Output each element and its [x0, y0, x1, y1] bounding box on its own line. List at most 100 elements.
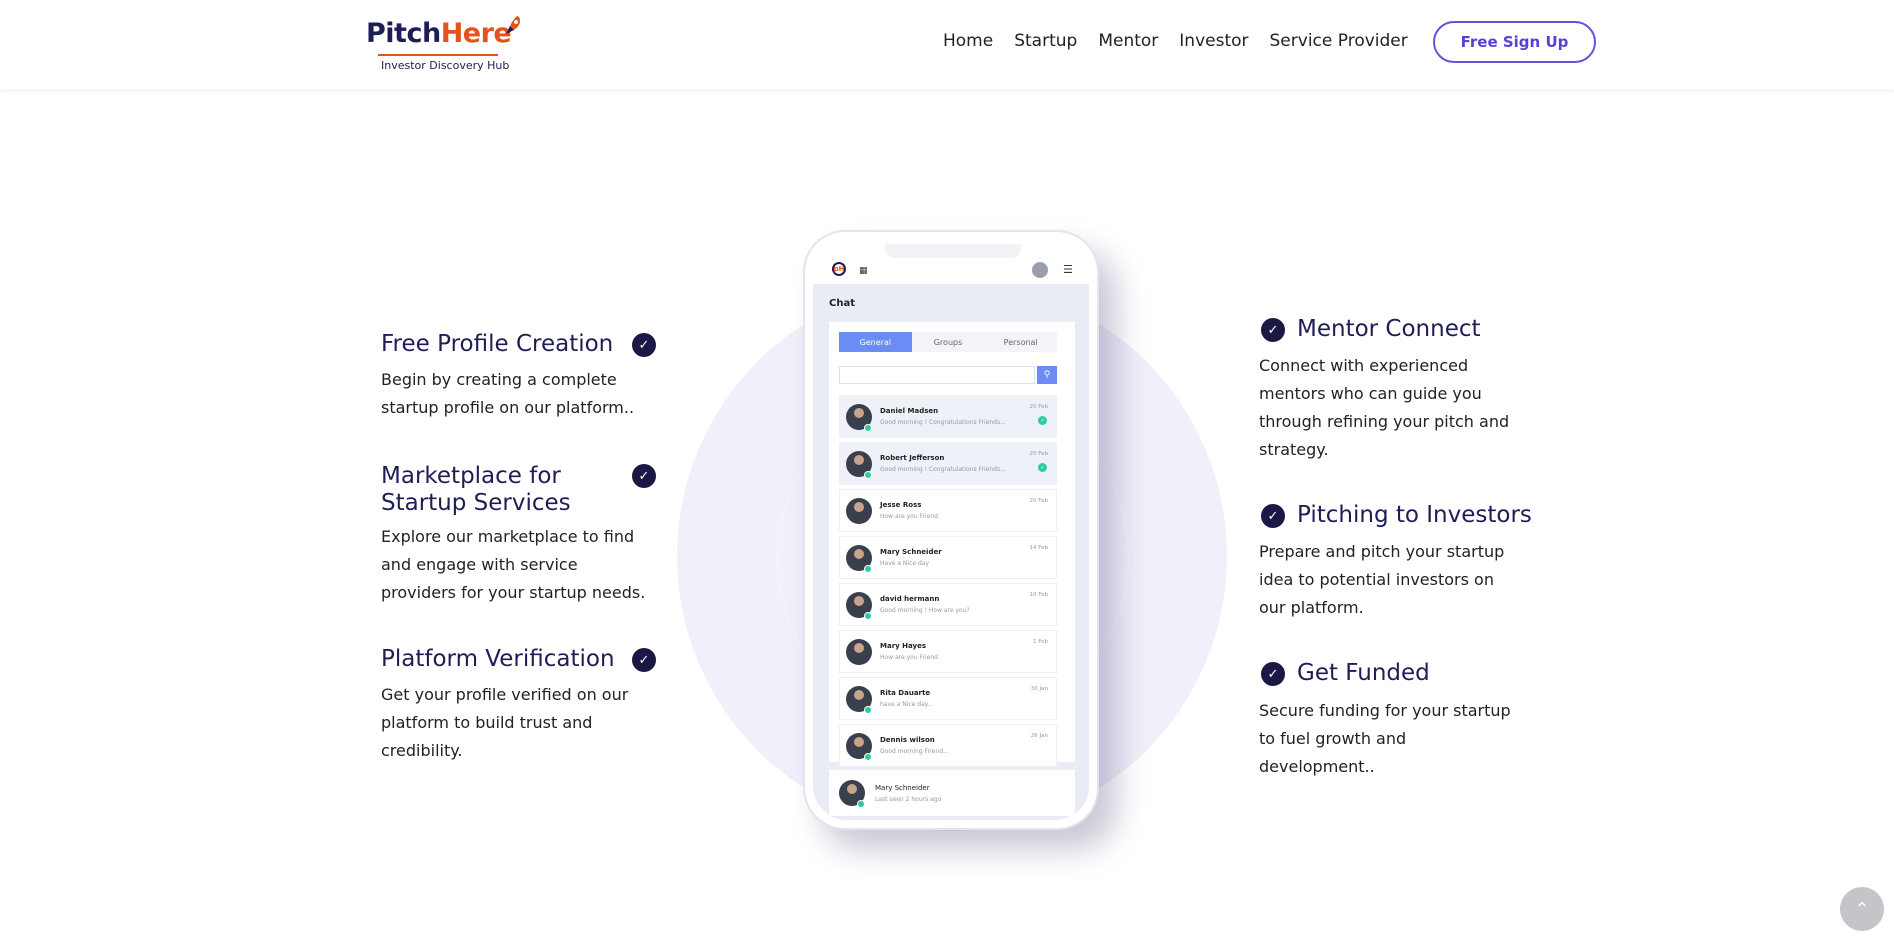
feature-get-funded-text: Secure funding for your startup to fuel … [1259, 697, 1519, 781]
avatar [846, 498, 872, 524]
feature-title: Mentor Connect [1297, 316, 1481, 342]
contact-message: Good morning ! How are you? [880, 607, 970, 614]
check-circle-icon: ✓ [1261, 318, 1285, 342]
feature-marketplace: Marketplace for Startup Services Explore… [381, 463, 661, 607]
chat-search-input [839, 366, 1035, 384]
feature-title: Free Profile Creation [381, 331, 614, 357]
check-circle-icon: ✓ [1261, 504, 1285, 528]
feature-title: Get Funded [1297, 660, 1430, 686]
brand-logo[interactable]: PitchHere Investor Discovery Hub [366, 14, 522, 74]
tab-groups: Groups [933, 337, 963, 347]
feature-title: Platform Verification [381, 646, 615, 672]
footer-user-status: Last seen 2 hours ago [875, 796, 942, 803]
list-item: Dennis wilson Good morning Friend... 26 … [839, 724, 1057, 767]
rocket-icon [506, 16, 521, 34]
site-header: PitchHere Investor Discovery Hub Home St… [0, 0, 1894, 89]
contact-date: 14 Feb [1029, 545, 1049, 551]
nav-investor[interactable]: Investor [1179, 31, 1248, 55]
list-item: Robert Jefferson Good morning ! Congratu… [839, 442, 1057, 485]
contact-list: Daniel Madsen Good morning ! Congratulat… [839, 395, 1057, 771]
phone-app-header: pH ▦ ☰ [813, 240, 1089, 284]
scroll-to-top-button[interactable]: ⌃ [1840, 887, 1884, 931]
feature-mentor-connect-text: Connect with experienced mentors who can… [1259, 352, 1519, 464]
contact-name: Rita Dauarte [880, 689, 931, 697]
feature-text: Begin by creating a complete startup pro… [381, 370, 635, 417]
contact-name: Robert Jefferson [880, 454, 945, 462]
feature-text: Connect with experienced mentors who can… [1259, 356, 1510, 459]
online-dot [864, 424, 872, 432]
feature-text: Explore our marketplace to find and enga… [381, 527, 646, 602]
feature-title: Marketplace for Startup Services [381, 463, 571, 516]
online-dot [864, 565, 872, 573]
nav-home[interactable]: Home [943, 31, 993, 55]
feature-pitching-text: Prepare and pitch your startup idea to p… [1259, 538, 1509, 622]
chevron-up-icon: ⌃ [1854, 898, 1870, 920]
list-item: Jesse Ross How are you Friend 20 Feb [839, 489, 1057, 532]
chat-panel: General Groups Personal ⚲ Daniel Madsen … [829, 322, 1075, 767]
logo-underline [378, 54, 498, 56]
contact-date: 20 Feb [1029, 451, 1049, 457]
nav-mentor[interactable]: Mentor [1098, 31, 1158, 55]
feature-text: Get your profile verified on our platfor… [381, 685, 629, 760]
contact-message: have a Nice day.. [880, 701, 932, 708]
feature-text: Prepare and pitch your startup idea to p… [1259, 542, 1505, 617]
list-item: Mary Hayes How are you Friend 1 Feb [839, 630, 1057, 673]
check-circle-icon: ✓ [632, 333, 656, 357]
avatar [1032, 262, 1048, 278]
check-circle-icon: ✓ [632, 648, 656, 672]
avatar [846, 639, 872, 665]
list-item: Mary Schneider Have a Nice day 14 Feb [839, 536, 1057, 579]
contact-name: Daniel Madsen [880, 407, 939, 415]
contact-message: How are you Friend [880, 654, 938, 661]
contact-message: Have a Nice day [880, 560, 930, 567]
main-nav: Home Startup Mentor Investor Service Pro… [943, 31, 1408, 55]
contact-date: 1 Feb [1033, 639, 1048, 645]
grid-icon: ▦ [859, 266, 868, 276]
online-dot [864, 753, 872, 761]
phone-notch [885, 244, 1021, 258]
contact-date: 10 Feb [1029, 592, 1049, 598]
contact-message: Good morning ! Congratulations Friends..… [880, 419, 1006, 426]
list-item: Daniel Madsen Good morning ! Congratulat… [839, 395, 1057, 438]
contact-date: 30 Jan [1030, 686, 1048, 692]
feature-mentor-connect-title: Mentor Connect [1297, 316, 1627, 343]
contact-name: Mary Hayes [880, 642, 926, 650]
check-circle-icon: ✓ [1261, 662, 1285, 686]
list-item: david hermann Good morning ! How are you… [839, 583, 1057, 626]
online-dot [864, 706, 872, 714]
feature-get-funded-title: Get Funded [1297, 660, 1627, 687]
chat-tabs: General Groups Personal [839, 332, 1057, 352]
unread-badge: ✓ [1038, 463, 1047, 472]
feature-free-profile: Free Profile Creation Begin by creating … [381, 331, 661, 422]
nav-service-provider[interactable]: Service Provider [1270, 31, 1408, 55]
contact-message: How are you Friend [880, 513, 938, 520]
contact-name: Dennis wilson [880, 736, 935, 744]
phone-screen: pH ▦ ☰ Chat General Groups Personal ⚲ Da… [813, 240, 1089, 820]
contact-name: Mary Schneider [880, 548, 942, 556]
feature-pitching-title: Pitching to Investors [1297, 502, 1627, 529]
feature-title: Pitching to Investors [1297, 502, 1532, 528]
app-logo-icon: pH [832, 262, 846, 276]
phone-mockup: pH ▦ ☰ Chat General Groups Personal ⚲ Da… [803, 230, 1099, 830]
tab-general: General [839, 332, 912, 352]
free-signup-button[interactable]: Free Sign Up [1433, 21, 1596, 63]
feature-verification: Platform Verification Get your profile v… [381, 646, 661, 765]
contact-message: Good morning ! Congratulations Friends..… [880, 466, 1006, 473]
contact-message: Good morning Friend... [880, 748, 949, 755]
contact-date: 26 Jan [1030, 733, 1048, 739]
online-dot [864, 471, 872, 479]
chat-title: Chat [829, 298, 855, 309]
footer-user-name: Mary Schneider [875, 784, 930, 792]
contact-name: Jesse Ross [880, 501, 922, 509]
unread-badge: ✓ [1038, 416, 1047, 425]
online-dot [857, 800, 865, 808]
search-icon: ⚲ [1037, 366, 1057, 384]
logo-tagline: Investor Discovery Hub [381, 59, 510, 72]
logo-wordmark: PitchHere [366, 18, 512, 49]
check-circle-icon: ✓ [632, 464, 656, 488]
nav-startup[interactable]: Startup [1014, 31, 1077, 55]
tab-personal: Personal [1003, 337, 1038, 347]
feature-text: Secure funding for your startup to fuel … [1259, 701, 1511, 776]
contact-name: david hermann [880, 595, 940, 603]
list-item: Rita Dauarte have a Nice day.. 30 Jan [839, 677, 1057, 720]
